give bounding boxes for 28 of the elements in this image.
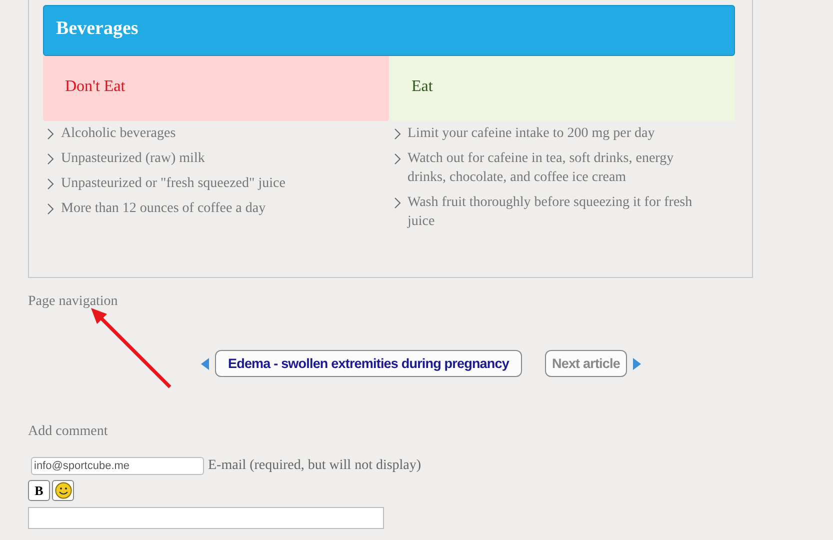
section-title: Beverages xyxy=(43,5,735,56)
column-heading: Don't Eat xyxy=(43,56,388,121)
list-item: Unpasteurized or "fresh squeezed" juice xyxy=(61,175,286,193)
field-label: E-mail (required, but will not display) xyxy=(208,458,422,474)
chevron-icon xyxy=(394,197,400,209)
bold-button[interactable]: B xyxy=(28,480,50,501)
left-triangle-icon[interactable] xyxy=(201,358,209,370)
smiley-button[interactable] xyxy=(52,480,74,501)
list-item: Watch out for cafeine in tea, soft drinks, energy drinks, chocolate, and coffee ice cream xyxy=(408,150,675,187)
chevron-icon xyxy=(394,128,400,140)
previous-article-link[interactable]: Edema - swollen extremities during pregnancy xyxy=(215,350,522,377)
list-item: Unpasteurized (raw) milk xyxy=(61,150,205,168)
chevron-icon xyxy=(47,128,54,140)
chevron-icon xyxy=(394,153,400,165)
section-label: Add comment xyxy=(28,424,109,440)
chevron-icon xyxy=(47,153,54,165)
list-item: More than 12 ounces of coffee a day xyxy=(61,200,266,218)
email-field[interactable]: info@sportcube.me xyxy=(31,457,204,475)
column-heading: Eat xyxy=(390,56,735,121)
comment-field[interactable] xyxy=(28,507,384,529)
section-label: Page navigation xyxy=(28,294,119,310)
list-item: Limit your cafeine intake to 200 mg per day xyxy=(408,125,655,143)
list-item: Wash fruit thoroughly before squeezing it for fresh juice xyxy=(408,194,694,231)
right-triangle-icon[interactable] xyxy=(632,358,641,370)
chevron-icon xyxy=(47,178,54,190)
chevron-icon xyxy=(47,203,54,215)
list-item: Alcoholic beverages xyxy=(61,125,176,143)
smiley-icon xyxy=(54,482,72,499)
